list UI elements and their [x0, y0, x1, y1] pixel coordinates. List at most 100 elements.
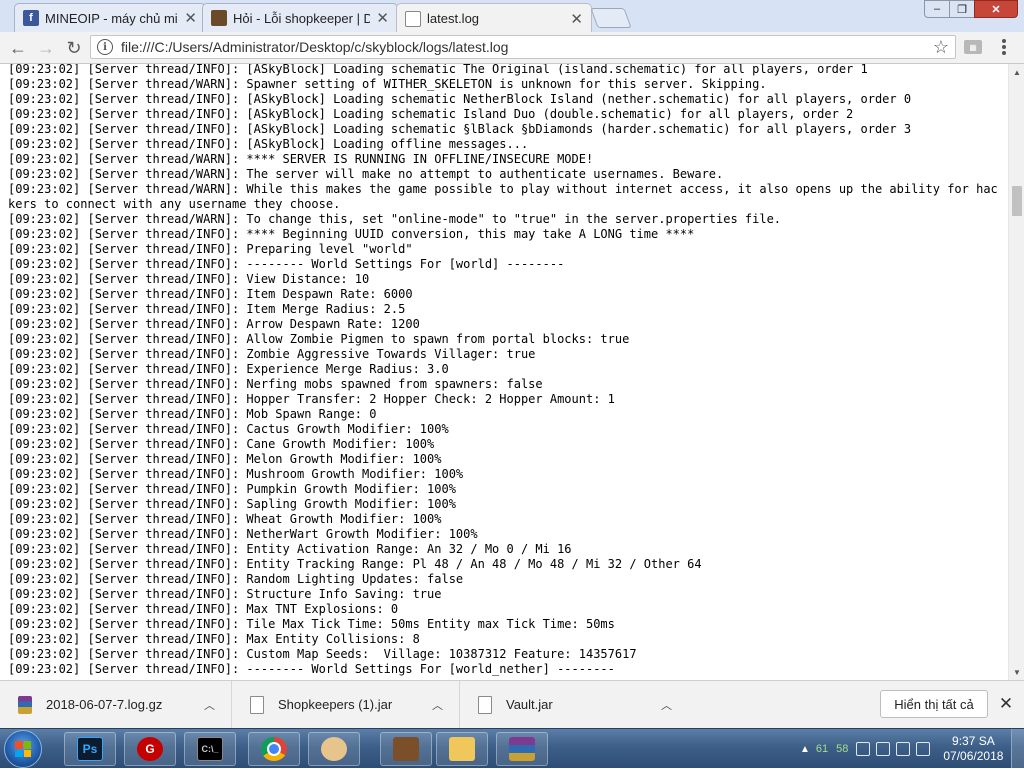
log-line: [09:23:02] [Server thread/INFO]: Experie…: [8, 362, 449, 376]
photoshop-icon: Ps: [77, 737, 103, 761]
downloads-shelf: 2018-06-07-7.log.gz ︿ Shopkeepers (1).ja…: [0, 680, 1024, 728]
clock[interactable]: 9:37 SA 07/06/2018: [942, 734, 1004, 764]
chevron-up-icon[interactable]: ︿: [661, 697, 672, 713]
tab-shopkeeper-forum[interactable]: Hỏi - Lỗi shopkeeper | Di ✕: [202, 3, 398, 32]
log-line: [09:23:02] [Server thread/INFO]: Max TNT…: [8, 602, 399, 616]
chevron-up-icon[interactable]: ︿: [432, 697, 443, 713]
show-hidden-icons-icon[interactable]: ▲: [800, 744, 810, 755]
tab-latest-log[interactable]: latest.log ✕: [396, 3, 592, 33]
log-line: [09:23:02] [Server thread/INFO]: Arrow D…: [8, 317, 420, 331]
network-icon[interactable]: [856, 742, 871, 756]
show-desktop-button[interactable]: [1011, 729, 1024, 768]
info-icon[interactable]: i: [97, 39, 113, 55]
log-line: [09:23:02] [Server thread/INFO]: Item Me…: [8, 302, 406, 316]
paint-icon: [321, 737, 347, 761]
log-line: [09:23:02] [Server thread/INFO]: Item De…: [8, 287, 413, 301]
tab-title: MINEOIP - máy chủ mine: [45, 10, 179, 26]
log-line: [09:23:02] [Server thread/INFO]: -------…: [8, 662, 615, 676]
cmd-icon: C:\_: [197, 737, 223, 761]
download-item[interactable]: Vault.jar ︿: [460, 681, 688, 728]
winrar-archive-icon: [18, 695, 32, 714]
start-button[interactable]: [4, 730, 42, 768]
close-tab-icon[interactable]: ✕: [376, 9, 389, 27]
taskbar-winrar[interactable]: [496, 732, 548, 766]
log-line: [09:23:02] [Server thread/INFO]: Max Ent…: [8, 632, 420, 646]
log-line: [09:23:02] [Server thread/INFO]: -------…: [8, 257, 565, 271]
new-tab-button[interactable]: [590, 8, 632, 28]
download-item[interactable]: Shopkeepers (1).jar ︿: [232, 681, 460, 728]
log-line: [09:23:02] [Server thread/INFO]: Entity …: [8, 542, 572, 556]
log-line: [09:23:02] [Server thread/INFO]: Melon G…: [8, 452, 442, 466]
document-icon: [405, 10, 421, 27]
tab-title: latest.log: [427, 11, 480, 26]
chevron-up-icon[interactable]: ︿: [204, 697, 215, 713]
tray-counter: 58: [836, 743, 849, 755]
vertical-scrollbar[interactable]: ▲ ▼: [1008, 64, 1024, 680]
address-bar: i ☆: [90, 35, 956, 59]
log-line: [09:23:02] [Server thread/INFO]: [ASkyBl…: [8, 92, 912, 106]
garena-icon: G: [137, 737, 163, 761]
flag-icon[interactable]: [876, 742, 891, 756]
facebook-icon: f: [23, 10, 39, 26]
log-line: [09:23:02] [Server thread/INFO]: Cactus …: [8, 422, 449, 436]
tab-strip: f MINEOIP - máy chủ mine ✕ Hỏi - Lỗi sho…: [0, 0, 1024, 33]
extension-icon[interactable]: ▦: [964, 40, 982, 54]
chrome-icon: [261, 737, 287, 761]
show-all-downloads-button[interactable]: Hiển thị tất cả: [880, 690, 988, 718]
clock-date: 07/06/2018: [943, 749, 1004, 763]
minecraft-forum-icon: [211, 10, 227, 26]
volume-icon[interactable]: [916, 742, 931, 756]
close-tab-icon[interactable]: ✕: [570, 10, 583, 28]
taskbar-photoshop[interactable]: Ps: [64, 732, 116, 766]
minimize-button[interactable]: –: [924, 0, 950, 18]
log-line: [09:23:02] [Server thread/INFO]: Pumpkin…: [8, 482, 456, 496]
log-line: [09:23:02] [Server thread/INFO]: Zombie …: [8, 347, 536, 361]
windows-taskbar: Ps G C:\_ ▲ 61 58 9:37 SA 07/06/2018: [0, 728, 1024, 768]
minecraft-icon: [393, 737, 419, 761]
forward-arrow-icon[interactable]: →: [34, 36, 58, 60]
taskbar-minecraft[interactable]: [380, 732, 432, 766]
log-line: [09:23:02] [Server thread/WARN]: To chan…: [8, 212, 782, 226]
tab-title: Hỏi - Lỗi shopkeeper | Di: [233, 10, 371, 26]
scroll-up-arrow-icon[interactable]: ▲: [1009, 64, 1024, 80]
file-icon: [478, 695, 492, 714]
log-line: [09:23:02] [Server thread/INFO]: [ASkyBl…: [8, 64, 868, 76]
browser-toolbar: ← → ↻ i ☆ ▦: [0, 32, 1024, 64]
download-filename: Vault.jar: [506, 697, 553, 712]
window-controls: – ❐ ✕: [924, 0, 1018, 18]
taskbar-paint[interactable]: [308, 732, 360, 766]
log-line: [09:23:02] [Server thread/INFO]: View Di…: [8, 272, 370, 286]
tray-counter: 61: [815, 743, 829, 755]
reload-icon[interactable]: ↻: [62, 36, 86, 60]
download-item[interactable]: 2018-06-07-7.log.gz ︿: [0, 681, 232, 728]
power-icon[interactable]: [896, 742, 911, 756]
explorer-icon: [449, 737, 475, 761]
taskbar-garena[interactable]: G: [124, 732, 176, 766]
close-icon[interactable]: ✕: [996, 693, 1016, 715]
close-tab-icon[interactable]: ✕: [184, 9, 197, 27]
browser-menu-icon[interactable]: [996, 38, 1012, 56]
system-tray: ▲ 61 58 9:37 SA 07/06/2018: [800, 729, 1024, 769]
log-line: [09:23:02] [Server thread/WARN]: **** SE…: [8, 152, 594, 166]
log-line: [09:23:02] [Server thread/INFO]: Mushroo…: [8, 467, 464, 481]
scroll-thumb[interactable]: [1012, 186, 1022, 216]
log-line: [09:23:02] [Server thread/INFO]: Entity …: [8, 557, 702, 571]
close-window-button[interactable]: ✕: [974, 0, 1018, 18]
maximize-button[interactable]: ❐: [949, 0, 975, 18]
taskbar-chrome[interactable]: [248, 732, 300, 766]
tab-mineoip[interactable]: f MINEOIP - máy chủ mine ✕: [14, 3, 206, 32]
log-line: [09:23:02] [Server thread/INFO]: Allow Z…: [8, 332, 630, 346]
scroll-down-arrow-icon[interactable]: ▼: [1009, 664, 1024, 680]
download-filename: 2018-06-07-7.log.gz: [46, 697, 163, 712]
bookmark-star-icon[interactable]: ☆: [933, 37, 949, 58]
url-input[interactable]: [119, 38, 933, 56]
log-text: [09:23:02] [Server thread/INFO]: [ASkyBl…: [0, 64, 998, 677]
log-line: [09:23:02] [Server thread/INFO]: Random …: [8, 572, 464, 586]
taskbar-explorer[interactable]: [436, 732, 488, 766]
winrar-icon: [509, 737, 535, 761]
log-line: [09:23:02] [Server thread/INFO]: Sapling…: [8, 497, 456, 511]
back-arrow-icon[interactable]: ←: [6, 36, 30, 60]
taskbar-cmd[interactable]: C:\_: [184, 732, 236, 766]
log-line: [09:23:02] [Server thread/WARN]: The ser…: [8, 167, 724, 181]
log-line: [09:23:02] [Server thread/INFO]: Prepari…: [8, 242, 413, 256]
